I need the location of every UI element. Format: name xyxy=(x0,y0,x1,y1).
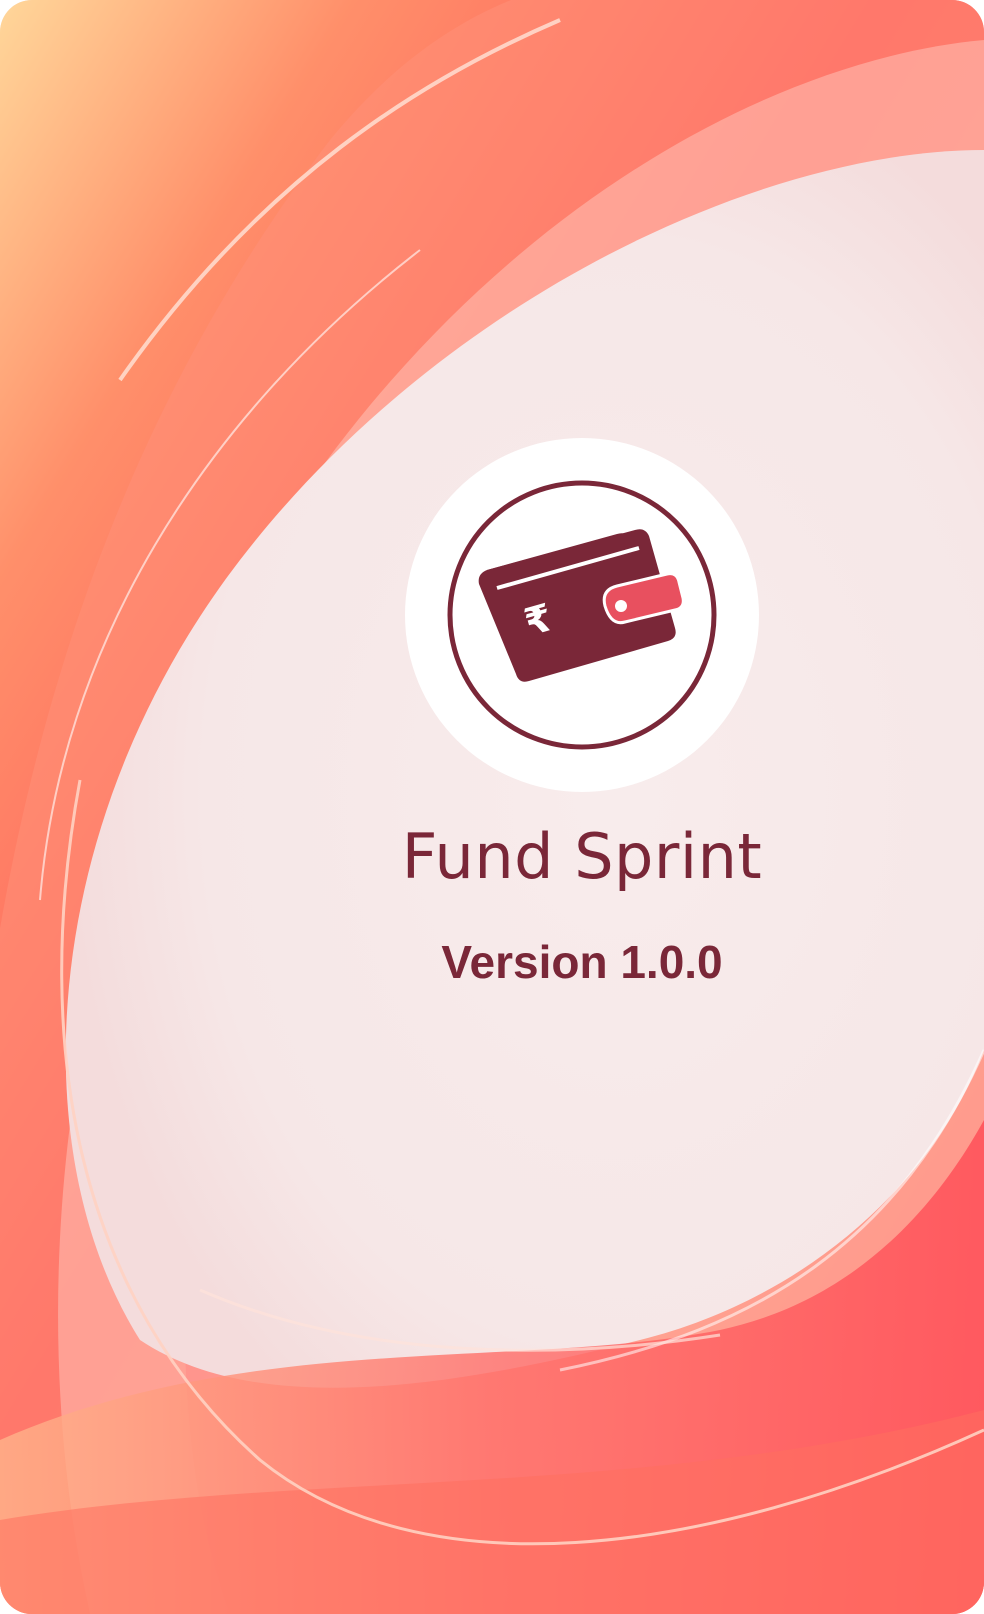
version-label: Version 1.0.0 xyxy=(441,936,723,988)
app-name: Fund Sprint xyxy=(401,820,763,893)
background-swirl xyxy=(0,0,984,1614)
app-logo: ₹ xyxy=(405,438,759,792)
splash-screen: ₹ Fund Sprint Version 1.0.0 xyxy=(0,0,984,1614)
wallet-rupee-icon xyxy=(447,480,717,750)
